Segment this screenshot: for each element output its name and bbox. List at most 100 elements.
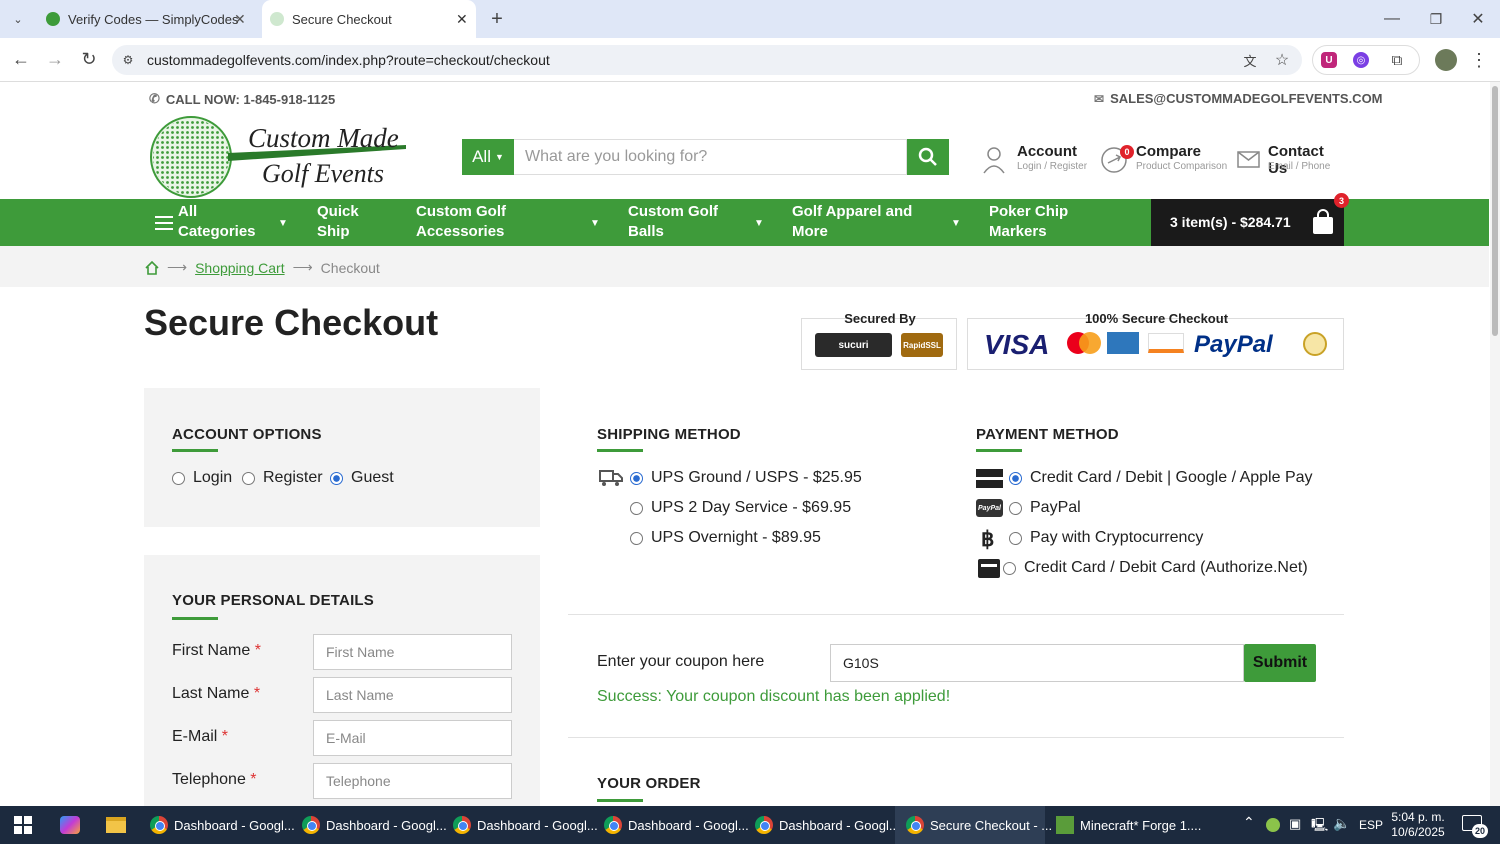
bookmark-star-icon[interactable]: ☆: [1272, 50, 1292, 70]
tab-verify-codes[interactable]: Verify Codes — SimplyCodes ✕: [38, 0, 258, 38]
scrollbar-thumb[interactable]: [1492, 86, 1498, 336]
close-window-icon[interactable]: ✕: [1466, 8, 1490, 30]
chrome-icon: [150, 816, 168, 834]
nav-custom-golf-balls[interactable]: Custom Golf Balls: [628, 202, 728, 242]
contact-us-link[interactable]: Contact Us Email / Phone: [1237, 143, 1347, 179]
compare-link[interactable]: 0 Compare Product Comparison: [1100, 143, 1230, 179]
reload-icon[interactable]: ↻: [78, 48, 100, 70]
puzzle-extensions-icon[interactable]: ⧉: [1387, 50, 1407, 70]
login-option[interactable]: Login: [172, 469, 232, 487]
tab-list-icon[interactable]: ⌄: [8, 10, 28, 28]
email-field[interactable]: E-Mail: [313, 720, 512, 756]
register-option[interactable]: Register: [242, 469, 323, 487]
register-radio[interactable]: [242, 471, 255, 485]
tab-secure-checkout[interactable]: Secure Checkout ✕: [262, 0, 476, 38]
telephone-field[interactable]: Telephone: [313, 763, 512, 799]
windows-start-icon[interactable]: [14, 816, 32, 834]
chrome-icon: [604, 816, 622, 834]
profile-avatar[interactable]: [1435, 49, 1457, 71]
purple-extension-icon[interactable]: ◎: [1353, 52, 1369, 68]
breadcrumb-shopping-cart[interactable]: Shopping Cart: [195, 260, 285, 276]
clock[interactable]: 5:04 p. m. 10/6/2025: [1390, 810, 1446, 840]
chevron-down-icon: ▼: [278, 218, 288, 229]
chevron-down-icon: ▼: [590, 218, 600, 229]
page-scrollbar[interactable]: [1490, 82, 1500, 806]
volume-icon[interactable]: 🔈: [1333, 815, 1350, 832]
search-category-select[interactable]: All ▼: [462, 139, 514, 175]
coupon-submit-button[interactable]: Submit: [1244, 644, 1316, 682]
shipping-ups-overnight[interactable]: UPS Overnight - $89.95: [630, 529, 821, 547]
nav-quick-ship[interactable]: Quick Ship: [317, 202, 387, 242]
home-icon[interactable]: [145, 260, 159, 275]
site-info-icon[interactable]: ⚙: [120, 51, 136, 69]
shipping-ups-ground[interactable]: UPS Ground / USPS - $25.95: [630, 469, 862, 487]
payment-credit-card[interactable]: Credit Card / Debit | Google / Apple Pay: [1009, 469, 1313, 487]
taskbar-item-dashboard-4[interactable]: Dashboard - Googl...: [604, 806, 749, 844]
language-indicator[interactable]: ESP: [1359, 818, 1383, 832]
crypto-radio[interactable]: [1009, 531, 1022, 545]
close-tab-icon[interactable]: ✕: [456, 11, 468, 28]
taskbar-item-dashboard-2[interactable]: Dashboard - Googl...: [302, 806, 447, 844]
site-logo[interactable]: Custom Made Golf Events: [150, 115, 410, 199]
address-bar[interactable]: ⚙ custommadegolfevents.com/index.php?rou…: [112, 45, 1302, 75]
taskbar-item-dashboard-1[interactable]: Dashboard - Googl...: [150, 806, 295, 844]
credit-card-radio[interactable]: [1009, 471, 1022, 485]
payment-paypal[interactable]: PayPal: [1009, 499, 1081, 517]
credit-card-label: Credit Card / Debit | Google / Apple Pay: [1030, 469, 1313, 486]
minimize-icon[interactable]: —: [1380, 8, 1404, 30]
taskbar-item-dashboard-5[interactable]: Dashboard - Googl...: [755, 806, 900, 844]
email-contact[interactable]: ✉ SALES@CUSTOMMADEGOLFEVENTS.COM: [1094, 91, 1383, 106]
hamburger-icon[interactable]: [155, 214, 173, 230]
back-icon[interactable]: ←: [10, 48, 32, 70]
shipping-ups-2day[interactable]: UPS 2 Day Service - $69.95: [630, 499, 851, 517]
cart-summary: 3 item(s) - $284.71: [1170, 214, 1291, 230]
heading-underline: [172, 617, 218, 620]
nav-golf-apparel[interactable]: Golf Apparel and More: [792, 202, 922, 242]
search-button[interactable]: [907, 139, 949, 175]
secured-by-label: Secured By: [844, 311, 916, 326]
payment-crypto[interactable]: Pay with Cryptocurrency: [1009, 529, 1203, 547]
account-link[interactable]: Account Login / Register: [982, 143, 1092, 179]
tray-device-icon[interactable]: ▣: [1289, 816, 1301, 832]
taskbar-item-secure-checkout[interactable]: Secure Checkout - ...: [906, 806, 1052, 844]
translate-icon[interactable]: 文: [1240, 50, 1260, 70]
menu-dots-icon[interactable]: ⋮: [1470, 49, 1488, 71]
ups-overnight-radio[interactable]: [630, 531, 643, 545]
envelope-icon: [1237, 151, 1260, 168]
compare-sublabel: Product Comparison: [1136, 161, 1228, 172]
first-name-field[interactable]: First Name: [313, 634, 512, 670]
personal-details-heading: YOUR PERSONAL DETAILS: [172, 592, 374, 609]
tray-app-icon[interactable]: [1266, 818, 1280, 832]
cart-button[interactable]: 3 item(s) - $284.71 3: [1151, 193, 1349, 246]
close-tab-icon[interactable]: ✕: [234, 11, 246, 28]
forward-icon[interactable]: →: [44, 48, 66, 70]
ups-2day-label: UPS 2 Day Service - $69.95: [651, 499, 852, 516]
restore-icon[interactable]: ❐: [1424, 8, 1448, 30]
nav-custom-golf-accessories[interactable]: Custom Golf Accessories: [416, 202, 536, 242]
nav-poker-chip-markers[interactable]: Poker Chip Markers: [989, 202, 1089, 242]
authorize-net-radio[interactable]: [1003, 561, 1016, 575]
search-input[interactable]: What are you looking for?: [514, 139, 907, 175]
file-explorer-icon[interactable]: [106, 817, 126, 833]
taskbar-item-dashboard-3[interactable]: Dashboard - Googl...: [453, 806, 598, 844]
paypal-radio[interactable]: [1009, 501, 1022, 515]
guest-option[interactable]: Guest: [330, 469, 394, 487]
divider: [568, 614, 1344, 615]
call-now[interactable]: ✆ CALL NOW: 1-845-918-1125: [149, 91, 335, 107]
new-tab-icon[interactable]: +: [487, 8, 507, 30]
taskbar-item-minecraft[interactable]: Minecraft* Forge 1....: [1056, 806, 1201, 844]
shield-extension-icon[interactable]: U: [1321, 52, 1337, 68]
breadcrumb-checkout: Checkout: [320, 259, 380, 276]
nav-all-categories[interactable]: All Categories: [178, 202, 268, 242]
ups-ground-radio[interactable]: [630, 471, 643, 485]
copilot-icon[interactable]: [60, 816, 80, 834]
ups-2day-radio[interactable]: [630, 501, 643, 515]
login-radio[interactable]: [172, 471, 185, 485]
last-name-field[interactable]: Last Name: [313, 677, 512, 713]
coupon-input[interactable]: G10S: [830, 644, 1244, 682]
payment-authorize-net[interactable]: Credit Card / Debit Card (Authorize.Net): [1003, 559, 1308, 577]
tray-chevron-up-icon[interactable]: ⌃: [1243, 814, 1255, 831]
guest-radio[interactable]: [330, 471, 343, 485]
network-icon[interactable]: 🖳: [1311, 816, 1328, 838]
simplycodes-favicon-icon: [46, 12, 60, 26]
